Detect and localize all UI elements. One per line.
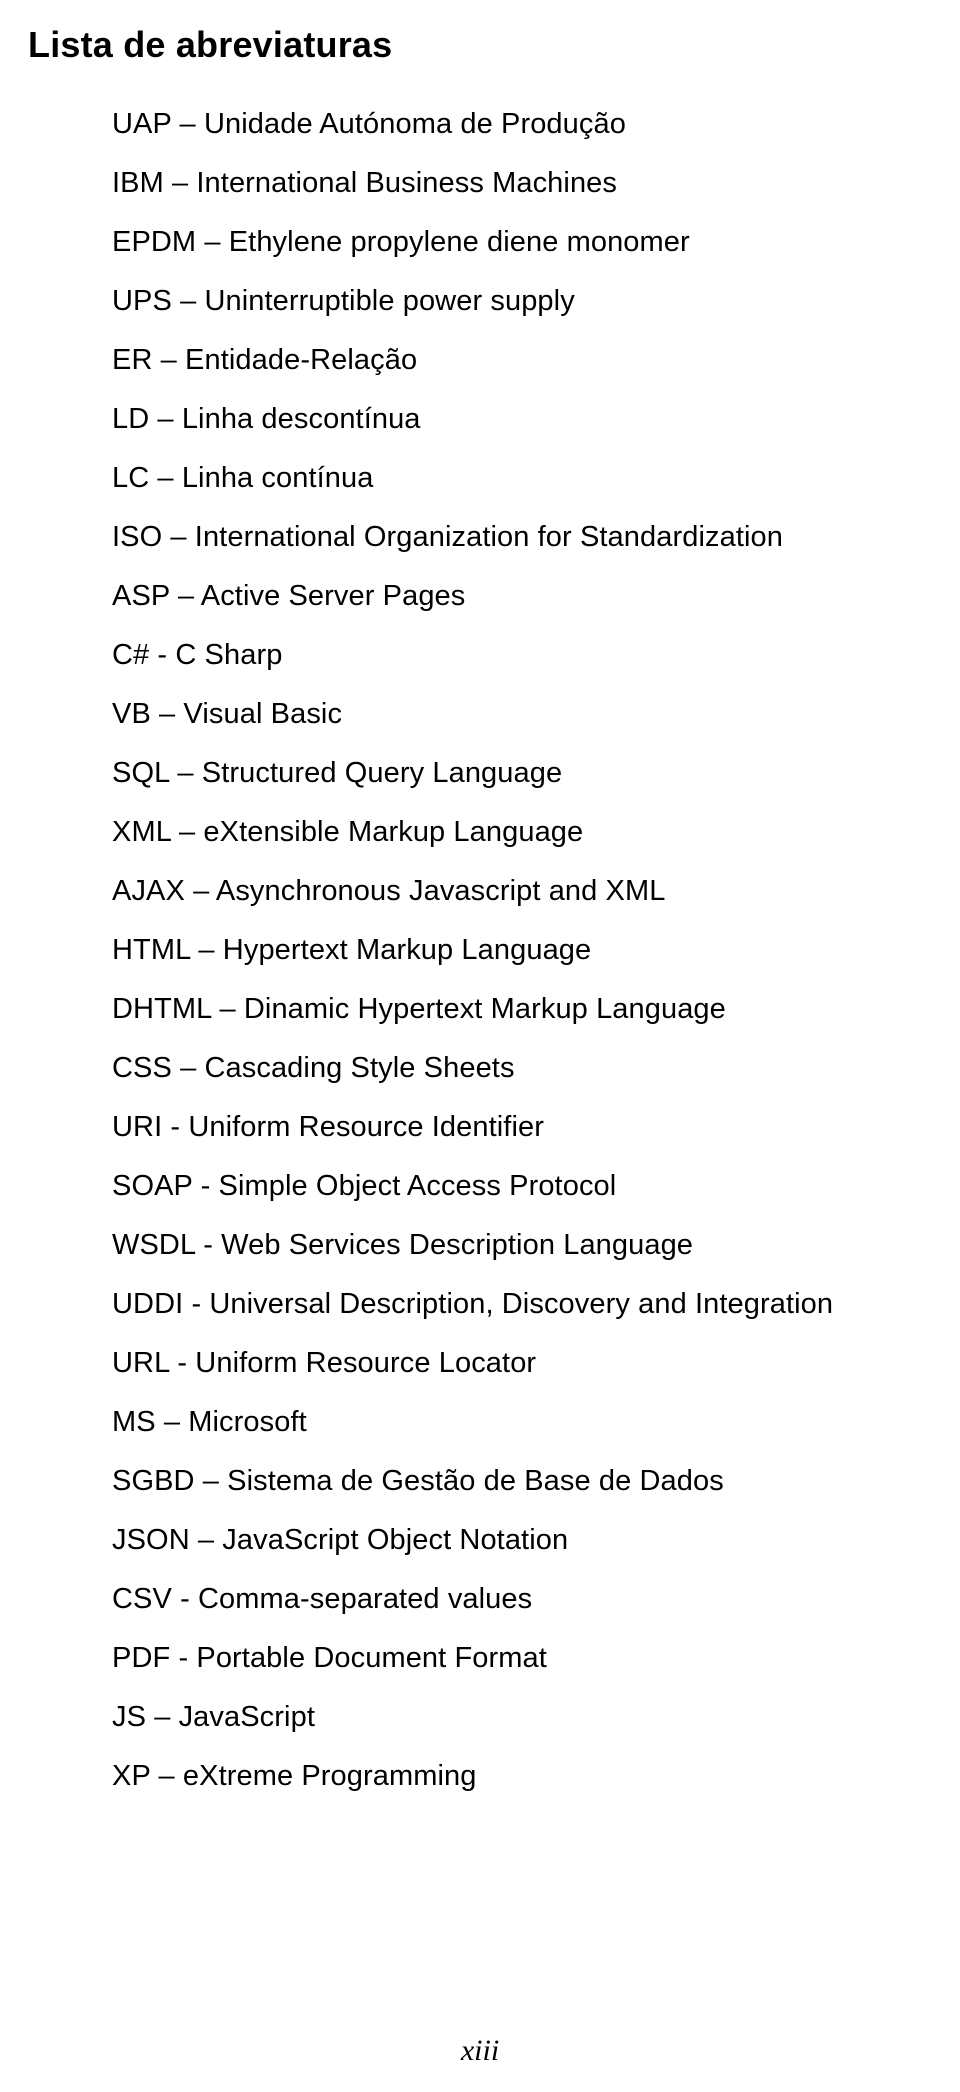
abbreviation-list: UAP – Unidade Autónoma de Produção IBM –… [28,110,932,1791]
page-number: xiii [0,2034,960,2068]
abbr-item: C# - C Sharp [112,641,932,670]
abbr-item: DHTML – Dinamic Hypertext Markup Languag… [112,995,932,1024]
abbr-item: HTML – Hypertext Markup Language [112,936,932,965]
abbr-item: MS – Microsoft [112,1408,932,1437]
abbr-item: IBM – International Business Machines [112,169,932,198]
abbr-item: VB – Visual Basic [112,700,932,729]
abbr-item: CSS – Cascading Style Sheets [112,1054,932,1083]
abbr-item: PDF - Portable Document Format [112,1644,932,1673]
abbr-item: CSV - Comma-separated values [112,1585,932,1614]
abbr-item: ER – Entidade-Relação [112,346,932,375]
abbr-item: SQL – Structured Query Language [112,759,932,788]
abbr-item: ASP – Active Server Pages [112,582,932,611]
abbr-item: URL - Uniform Resource Locator [112,1349,932,1378]
abbr-item: WSDL - Web Services Description Language [112,1231,932,1260]
abbr-item: JS – JavaScript [112,1703,932,1732]
abbr-item: UPS – Uninterruptible power supply [112,287,932,316]
abbr-item: LC – Linha contínua [112,464,932,493]
abbr-item: XP – eXtreme Programming [112,1762,932,1791]
abbr-item: LD – Linha descontínua [112,405,932,434]
abbr-item: URI - Uniform Resource Identifier [112,1113,932,1142]
document-page: Lista de abreviaturas UAP – Unidade Autó… [0,0,960,2092]
abbr-item: SOAP - Simple Object Access Protocol [112,1172,932,1201]
abbr-item: ISO – International Organization for Sta… [112,523,932,552]
abbr-item: AJAX – Asynchronous Javascript and XML [112,877,932,906]
page-title: Lista de abreviaturas [28,24,932,66]
abbr-item: XML – eXtensible Markup Language [112,818,932,847]
abbr-item: UDDI - Universal Description, Discovery … [112,1290,932,1319]
abbr-item: UAP – Unidade Autónoma de Produção [112,110,932,139]
abbr-item: EPDM – Ethylene propylene diene monomer [112,228,932,257]
abbr-item: SGBD – Sistema de Gestão de Base de Dado… [112,1467,932,1496]
abbr-item: JSON – JavaScript Object Notation [112,1526,932,1555]
